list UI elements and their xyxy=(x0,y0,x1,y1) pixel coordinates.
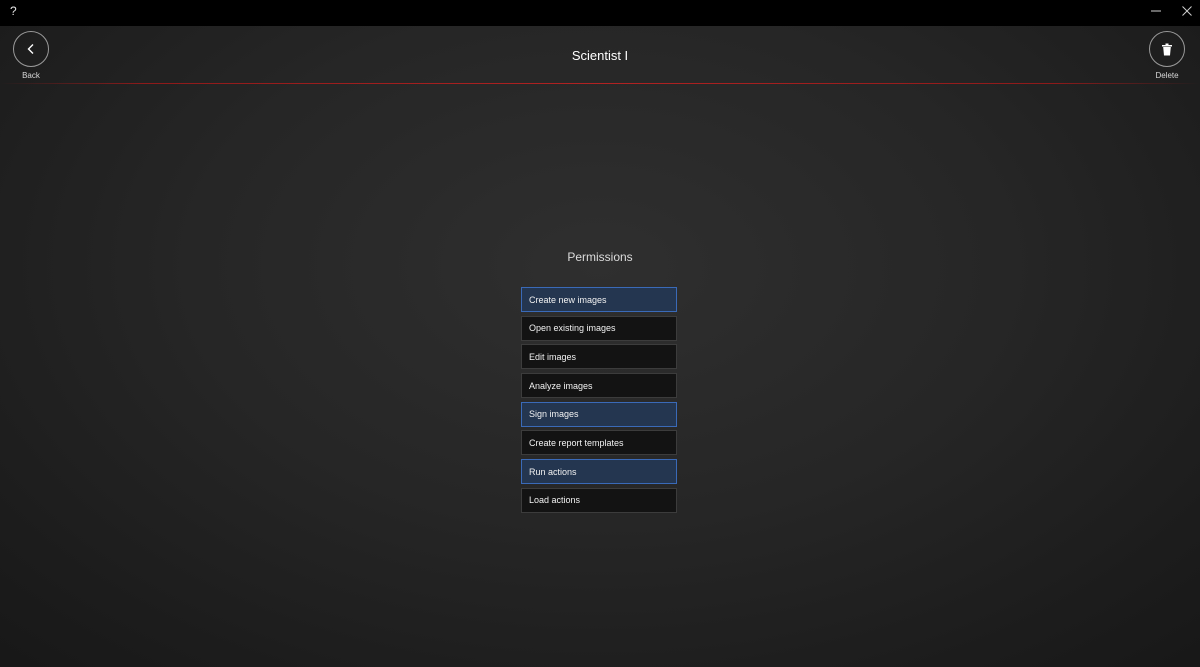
permission-item-run-actions[interactable]: Run actions xyxy=(521,459,677,485)
page-title: Scientist I xyxy=(571,48,629,63)
permission-item-create-new-images[interactable]: Create new images xyxy=(521,287,677,312)
permission-label: Open existing images xyxy=(529,323,616,334)
permissions-title: Permissions xyxy=(567,250,633,264)
trash-icon xyxy=(1162,43,1172,55)
permission-label: Create new images xyxy=(529,294,607,305)
permission-label: Edit images xyxy=(529,351,577,362)
close-icon xyxy=(1182,6,1192,16)
permission-label: Load actions xyxy=(529,495,581,506)
delete-label: Delete xyxy=(1155,71,1179,80)
permission-item-load-actions[interactable]: Load actions xyxy=(521,487,677,513)
minimize-icon xyxy=(1151,10,1161,12)
permission-item-open-existing-images[interactable]: Open existing images xyxy=(521,315,677,341)
permission-item-sign-images[interactable]: Sign images xyxy=(521,401,677,427)
help-icon[interactable]: ? xyxy=(10,4,17,18)
permission-label: Analyze images xyxy=(529,380,593,391)
permission-item-create-report-templates[interactable]: Create report templates xyxy=(521,430,677,456)
permissions-list: Create new images Open existing images E… xyxy=(521,287,677,517)
delete-button[interactable] xyxy=(1149,31,1185,67)
header-divider xyxy=(0,83,1200,84)
close-button[interactable] xyxy=(1172,0,1200,22)
back-label: Back xyxy=(22,71,40,80)
minimize-button[interactable] xyxy=(1141,0,1171,22)
header: Back Scientist I Delete xyxy=(0,26,1200,84)
permission-label: Run actions xyxy=(529,466,577,477)
permission-item-analyze-images[interactable]: Analyze images xyxy=(521,373,677,399)
permission-label: Create report templates xyxy=(529,437,624,448)
title-bar: ? xyxy=(0,0,1200,26)
permission-item-edit-images[interactable]: Edit images xyxy=(521,344,677,370)
permission-label: Sign images xyxy=(529,409,579,420)
